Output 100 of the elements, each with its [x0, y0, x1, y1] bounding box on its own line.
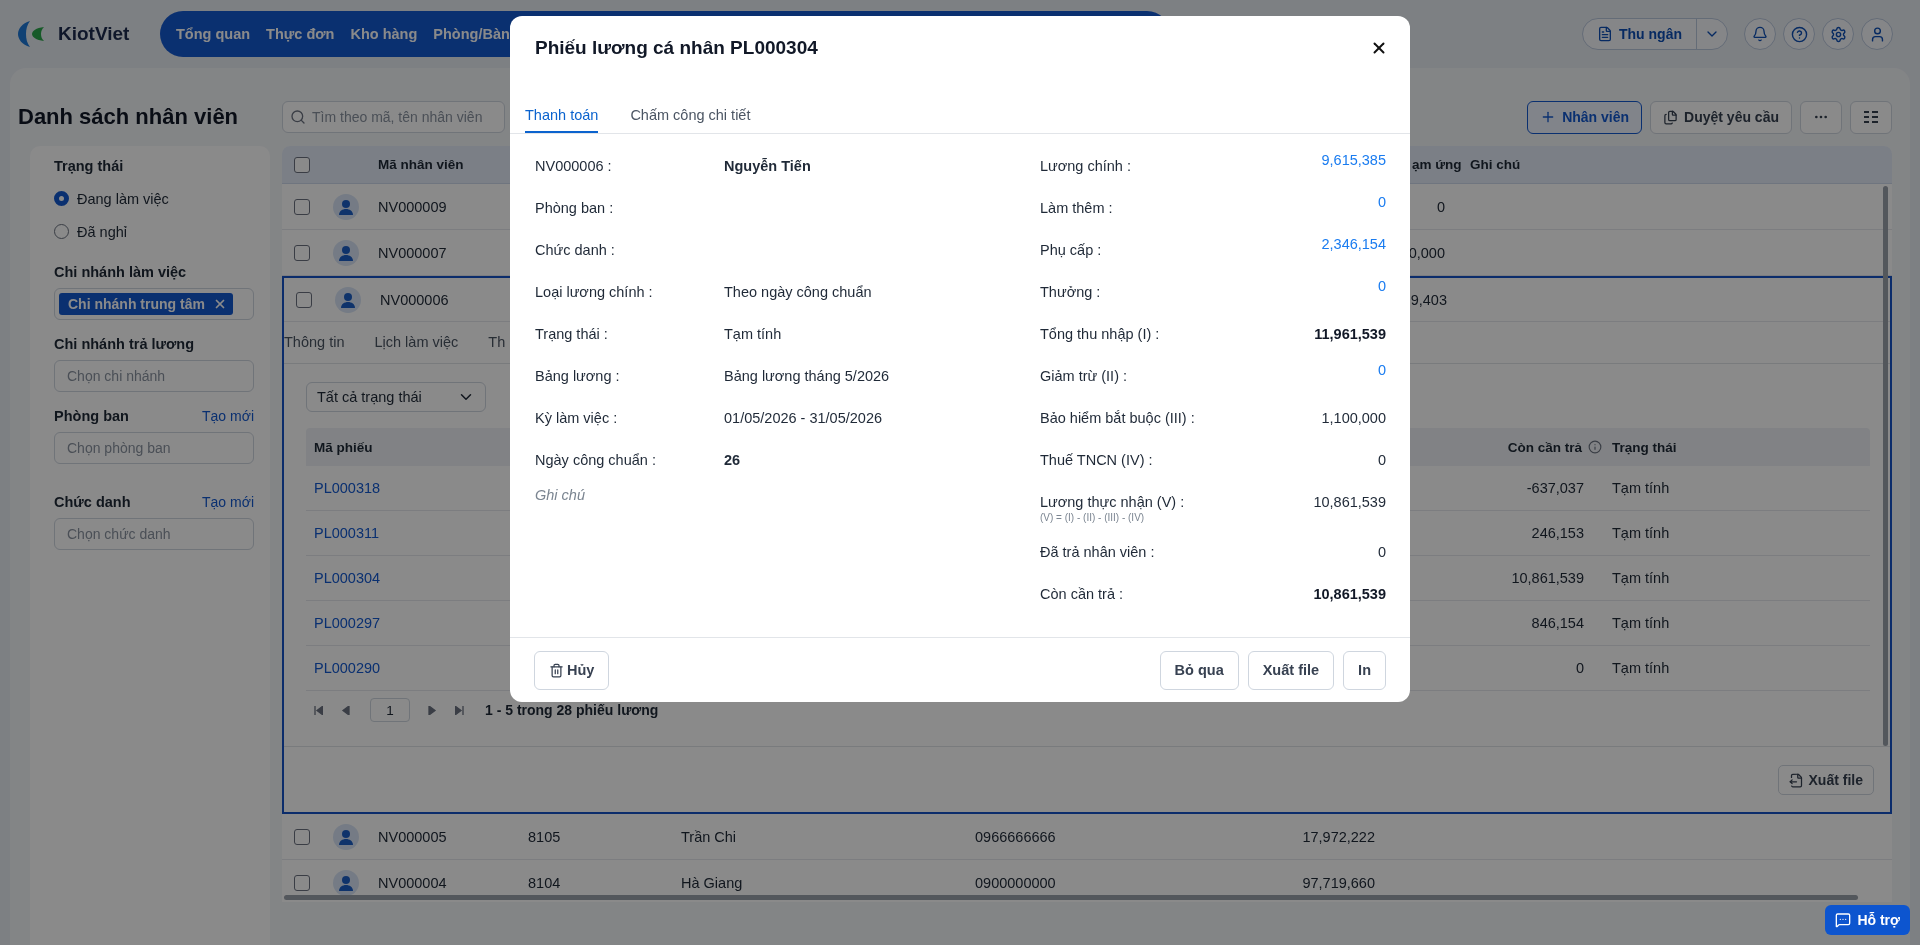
- table-cell-text: NV000009: [377, 198, 448, 215]
- column-header: Ghi chú: [1470, 157, 1522, 172]
- payslip-link[interactable]: PL000297: [306, 615, 389, 631]
- columns-button[interactable]: [1850, 100, 1892, 134]
- amount-value: 10,861,539: [1313, 586, 1386, 604]
- department-field[interactable]: Chọn phòng ban: [54, 432, 254, 464]
- tab[interactable]: Thông tin: [284, 322, 345, 363]
- table-cell-text: 846,154: [1530, 615, 1585, 631]
- settings-icon: [1829, 25, 1847, 43]
- chat-icon: [1835, 912, 1852, 928]
- tab[interactable]: Thanh toán: [525, 98, 599, 133]
- vertical-scrollbar[interactable]: [1883, 186, 1888, 746]
- payslip-link[interactable]: PL000290: [306, 660, 389, 676]
- radio-label[interactable]: Đã nghỉ: [77, 223, 127, 240]
- branch-tag: Chi nhánh trung tâm: [59, 293, 233, 315]
- table-cell-text: 0966666666: [974, 828, 1057, 845]
- table-cell-text: 0,000: [1407, 244, 1446, 261]
- filter-title: Chi nhánh trả lương: [54, 336, 195, 352]
- filter-title: Chi nhánh làm việc: [54, 264, 187, 280]
- filter-title: Chức danh: [54, 494, 131, 510]
- amount-link[interactable]: 0: [1377, 194, 1386, 229]
- field-value: Bảng lương tháng 5/2026: [724, 368, 890, 386]
- payslip-link[interactable]: PL000311: [306, 525, 388, 541]
- horizontal-scrollbar[interactable]: [284, 895, 1858, 900]
- amount-link[interactable]: 0: [1377, 362, 1386, 397]
- table-cell-text: 0: [1574, 660, 1585, 676]
- amount-link[interactable]: 2,346,154: [1321, 236, 1386, 271]
- checkbox[interactable]: [294, 244, 310, 261]
- amount-label: Giảm trừ (II) :: [1040, 368, 1128, 384]
- field-value: Theo ngày công chuẩn: [724, 284, 872, 302]
- field-label: Ngày công chuẩn :: [535, 452, 657, 470]
- tab[interactable]: Lịch làm việc: [374, 322, 459, 363]
- create-link[interactable]: Tạo mới: [202, 408, 254, 424]
- checkbox[interactable]: [294, 874, 310, 891]
- support-button[interactable]: Hỗ trợ: [1825, 905, 1910, 935]
- job-title-field[interactable]: Chọn chức danh: [54, 518, 254, 550]
- documents-icon: [1663, 109, 1679, 125]
- cashier-button[interactable]: Thu ngân: [1583, 19, 1697, 49]
- branch-select-field[interactable]: Chọn chi nhánh: [54, 360, 254, 392]
- export-icon: [1788, 772, 1804, 788]
- help-icon: [1790, 25, 1808, 43]
- search-icon: [290, 109, 306, 125]
- amount-label: Làm thêm :: [1040, 200, 1113, 216]
- delete-button[interactable]: Hủy: [534, 650, 610, 690]
- radio-label[interactable]: Đang làm việc: [77, 190, 169, 207]
- settings-button[interactable]: [1822, 18, 1854, 50]
- nav-item[interactable]: Phòng/Bàn: [433, 26, 510, 42]
- checkbox[interactable]: [296, 291, 312, 308]
- nav-item[interactable]: Tổng quan: [176, 26, 251, 42]
- field-label: Loại lương chính :: [535, 284, 654, 302]
- first-page-icon[interactable]: [314, 705, 323, 715]
- avatar-icon: [333, 193, 359, 220]
- nav-item[interactable]: Kho hàng: [350, 26, 418, 42]
- checkbox[interactable]: [294, 198, 310, 215]
- checkbox[interactable]: [294, 828, 310, 845]
- field-label: Chức danh :: [535, 242, 616, 260]
- last-page-icon[interactable]: [455, 705, 464, 715]
- export-button[interactable]: Xuất file: [1777, 765, 1874, 795]
- list-icon: [1863, 110, 1879, 124]
- dialog-title: Phiếu lương cá nhân PL000304: [535, 37, 818, 59]
- amount-link[interactable]: 0: [1377, 278, 1386, 313]
- nav-item[interactable]: Thực đơn: [266, 26, 335, 42]
- payslip-link[interactable]: PL000304: [306, 570, 389, 586]
- tab[interactable]: Th: [488, 322, 506, 363]
- radio-button[interactable]: [54, 224, 69, 239]
- create-link[interactable]: Tạo mới: [202, 494, 254, 510]
- search-field[interactable]: Tìm theo mã, tên nhân viên: [282, 101, 505, 133]
- field-label: Bảng lương :: [535, 368, 621, 386]
- tab[interactable]: Chấm công chi tiết: [630, 98, 751, 133]
- approve-requests-button[interactable]: Duyệt yêu cầu: [1650, 100, 1792, 134]
- table-cell-text: 246,153: [1530, 525, 1585, 541]
- account-button[interactable]: [1861, 18, 1893, 50]
- status-select[interactable]: Tất cả trạng thái: [306, 382, 486, 412]
- previous-page-icon[interactable]: [341, 705, 350, 715]
- checkbox[interactable]: [294, 156, 310, 173]
- page-field[interactable]: 1: [370, 698, 410, 722]
- dialog-button[interactable]: In: [1343, 650, 1386, 690]
- payslip-link[interactable]: PL000318: [306, 480, 389, 496]
- notifications-button[interactable]: [1744, 18, 1776, 50]
- column-header: Mã phiếu: [313, 439, 374, 455]
- add-employee-button[interactable]: Nhân viên: [1527, 100, 1643, 134]
- table-row[interactable]: NV000005 8105 Trần Chi 0966666666 17,972,222: [282, 814, 1892, 860]
- filter-title: Trạng thái: [54, 158, 124, 174]
- table-cell-text: Tạm tính: [1611, 615, 1671, 631]
- close-button[interactable]: [1370, 39, 1388, 57]
- avatar-icon: [335, 286, 361, 313]
- dialog-button[interactable]: Bỏ qua: [1159, 650, 1239, 690]
- help-button[interactable]: [1783, 18, 1815, 50]
- dialog-button[interactable]: Xuất file: [1247, 650, 1335, 690]
- amount-label: Phụ cấp :: [1040, 242, 1102, 258]
- formula-text: (V) = (I) - (II) - (III) - (IV): [1040, 512, 1146, 523]
- page-title: Danh sách nhân viên: [18, 104, 240, 130]
- amount-link[interactable]: 9,615,385: [1321, 152, 1386, 187]
- close-icon: [1370, 39, 1388, 57]
- radio-button[interactable]: [54, 191, 69, 206]
- pagination-summary: 1 - 5 trong 28 phiếu lương: [485, 702, 659, 718]
- branch-field[interactable]: Chi nhánh trung tâm: [54, 288, 254, 320]
- field-label: Trạng thái :: [535, 326, 609, 344]
- field-label: NV000006 :: [535, 158, 613, 176]
- next-page-icon[interactable]: [428, 705, 437, 715]
